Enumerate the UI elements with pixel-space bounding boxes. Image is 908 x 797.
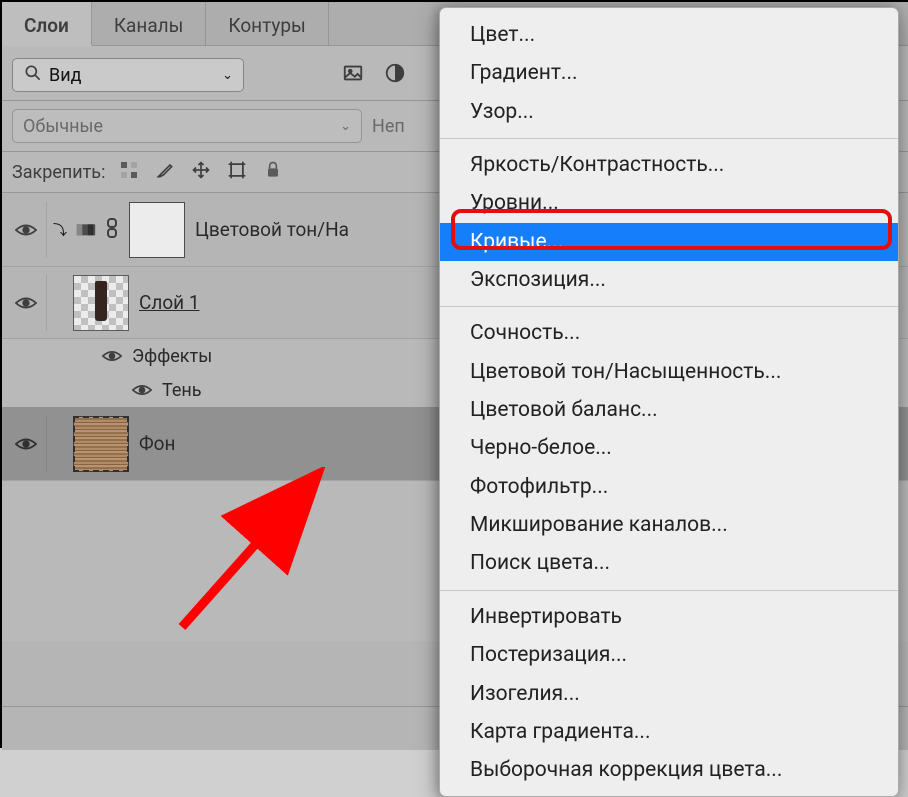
layer-name[interactable]: Фон <box>139 432 175 455</box>
adjustment-layer-context-menu: Цвет...Градиент...Узор... Яркость/Контрас… <box>439 7 899 797</box>
search-icon <box>23 63 43 88</box>
layer-name[interactable]: Слой 1 <box>139 291 200 314</box>
menu-item[interactable]: Экспозиция... <box>440 261 898 299</box>
menu-item[interactable]: Цвет... <box>440 16 898 54</box>
layer-name[interactable]: Цветовой тон/На <box>195 218 349 241</box>
filter-type-icons <box>342 62 406 88</box>
visibility-toggle[interactable] <box>12 295 40 311</box>
effects-label: Эффекты <box>132 346 212 367</box>
visibility-toggle[interactable] <box>12 436 40 452</box>
chevron-down-icon: ⌄ <box>222 68 233 83</box>
lock-icons <box>119 160 283 184</box>
menu-item[interactable]: Цветовой баланс... <box>440 391 898 429</box>
menu-item[interactable]: Микширование каналов... <box>440 506 898 544</box>
menu-separator <box>440 590 898 591</box>
blend-mode-select[interactable]: Обычные ⌄ <box>12 109 362 143</box>
image-filter-icon[interactable] <box>342 62 364 88</box>
lock-pixels-icon[interactable] <box>119 160 139 184</box>
menu-item[interactable]: Градиент... <box>440 54 898 92</box>
link-mask-icon[interactable] <box>105 217 119 243</box>
tab-label: Слои <box>24 14 69 37</box>
menu-separator <box>440 306 898 307</box>
menu-separator <box>440 138 898 139</box>
tab-channels[interactable]: Каналы <box>92 2 207 45</box>
menu-item[interactable]: Кривые... <box>440 223 898 261</box>
layer-thumbnail[interactable] <box>73 275 129 331</box>
menu-item[interactable]: Выборочная коррекция цвета... <box>440 751 898 789</box>
tab-layers[interactable]: Слои <box>2 2 92 46</box>
menu-item[interactable]: Уровни... <box>440 184 898 222</box>
blend-mode-label: Обычные <box>23 116 103 137</box>
chevron-down-icon: ⌄ <box>340 119 351 134</box>
layer-mask-thumbnail[interactable] <box>129 202 185 258</box>
opacity-label: Неп <box>372 116 405 137</box>
menu-item[interactable]: Постеризация... <box>440 636 898 674</box>
menu-item[interactable]: Фотофильтр... <box>440 468 898 506</box>
menu-item[interactable]: Поиск цвета... <box>440 544 898 582</box>
adjustment-icon <box>75 217 97 243</box>
visibility-toggle[interactable] <box>12 222 40 238</box>
menu-item[interactable]: Карта градиента... <box>440 713 898 751</box>
lock-position-icon[interactable] <box>191 160 211 184</box>
tab-paths[interactable]: Контуры <box>206 2 328 45</box>
lock-artboard-icon[interactable] <box>227 160 247 184</box>
menu-item[interactable]: Цветовой тон/Насыщенность... <box>440 353 898 391</box>
lock-label: Закрепить: <box>12 162 105 183</box>
effect-label: Тень <box>162 380 202 401</box>
layer-thumbnail[interactable] <box>73 416 129 472</box>
filter-label: Вид <box>49 65 81 86</box>
menu-item[interactable]: Черно-белое... <box>440 429 898 467</box>
lock-brush-icon[interactable] <box>155 160 175 184</box>
clip-indicator-icon: ⤵ <box>53 220 67 240</box>
adjustment-filter-icon[interactable] <box>384 62 406 88</box>
tab-label: Каналы <box>114 14 184 37</box>
layer-filter-select[interactable]: Вид ⌄ <box>12 58 244 92</box>
menu-item[interactable]: Яркость/Контрастность... <box>440 146 898 184</box>
tab-label: Контуры <box>228 14 305 37</box>
menu-item[interactable]: Инвертировать <box>440 598 898 636</box>
menu-item[interactable]: Изогелия... <box>440 675 898 713</box>
lock-all-icon[interactable] <box>263 160 283 184</box>
menu-item[interactable]: Узор... <box>440 93 898 131</box>
menu-item[interactable]: Сочность... <box>440 314 898 352</box>
